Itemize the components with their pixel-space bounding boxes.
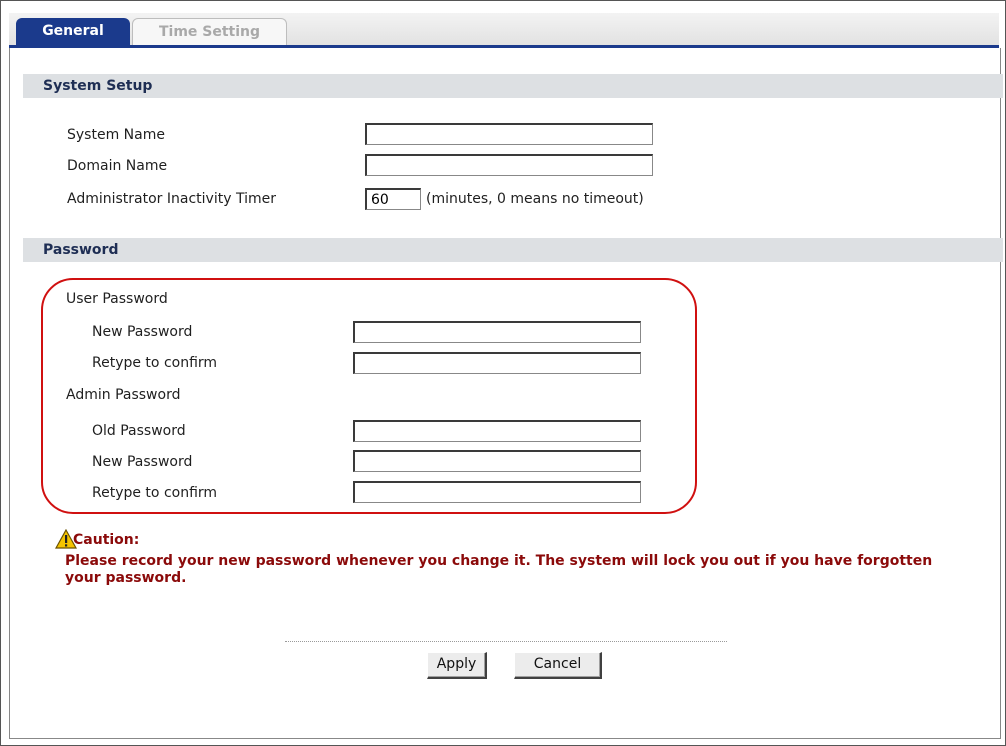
user-retype-input[interactable] xyxy=(353,352,641,374)
button-divider xyxy=(285,641,727,642)
admin-retype-label: Retype to confirm xyxy=(92,485,218,501)
window-frame: General Time Setting System Setup System… xyxy=(0,0,1006,746)
admin-password-title: Admin Password xyxy=(66,387,181,403)
user-new-password-label: New Password xyxy=(92,324,193,340)
user-password-title: User Password xyxy=(66,291,168,307)
system-name-label: System Name xyxy=(67,127,165,143)
cancel-button[interactable]: Cancel xyxy=(514,652,602,679)
user-retype-label: Retype to confirm xyxy=(92,355,218,371)
admin-old-password-input[interactable] xyxy=(353,420,641,442)
caution-message: Please record your new password whenever… xyxy=(65,553,933,586)
system-setup-header: System Setup xyxy=(23,74,1003,98)
admin-new-password-label: New Password xyxy=(92,454,193,470)
domain-name-label: Domain Name xyxy=(67,158,168,174)
tab-bar: General Time Setting xyxy=(9,13,999,48)
tab-general[interactable]: General xyxy=(16,18,130,45)
admin-retype-input[interactable] xyxy=(353,481,641,503)
system-name-input[interactable] xyxy=(365,123,653,145)
inactivity-timer-label: Administrator Inactivity Timer xyxy=(67,191,276,207)
apply-button[interactable]: Apply xyxy=(427,652,487,679)
tab-time-setting[interactable]: Time Setting xyxy=(132,18,287,45)
inactivity-timer-input[interactable] xyxy=(365,188,421,210)
admin-old-password-label: Old Password xyxy=(92,423,186,439)
inactivity-timer-hint: (minutes, 0 means no timeout) xyxy=(426,191,644,207)
admin-new-password-input[interactable] xyxy=(353,450,641,472)
user-new-password-input[interactable] xyxy=(353,321,641,343)
password-header: Password xyxy=(23,238,1003,262)
caution-title: Caution: xyxy=(73,532,140,548)
general-panel: System Setup System Name Domain Name Adm… xyxy=(9,48,1003,739)
domain-name-input[interactable] xyxy=(365,154,653,176)
